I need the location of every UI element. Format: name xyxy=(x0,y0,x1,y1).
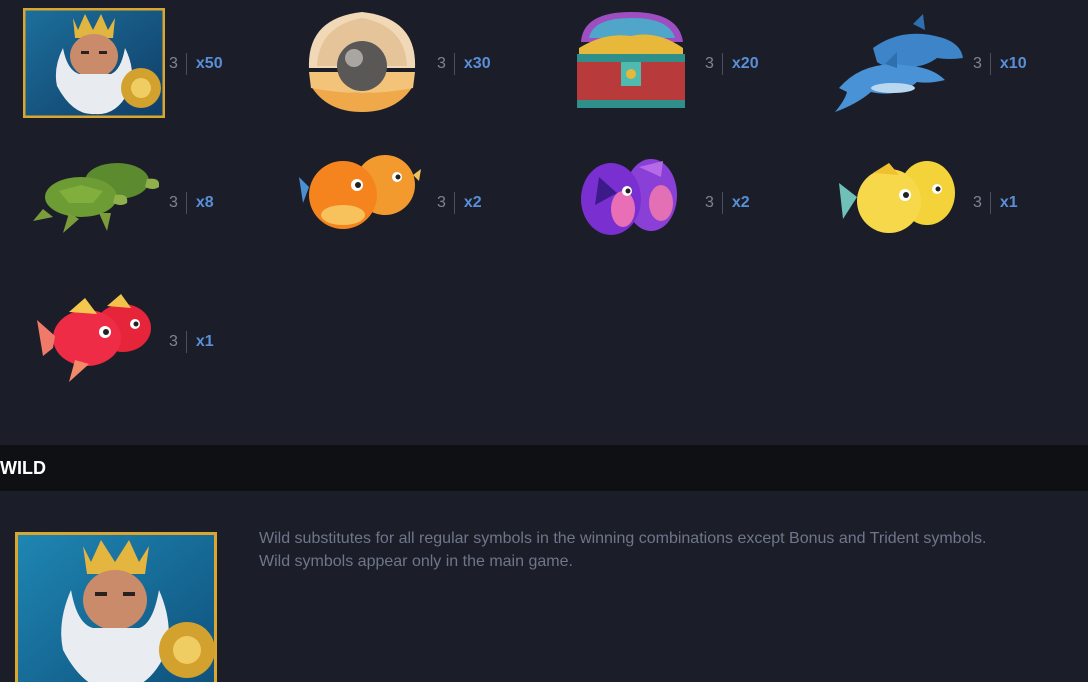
symbol-count: 3 xyxy=(169,333,178,351)
pufferfish-icon xyxy=(297,147,427,257)
symbol-count: 3 xyxy=(973,55,982,73)
divider xyxy=(186,53,187,75)
paytable-entry: 3 x2 xyxy=(565,147,795,267)
wild-description: Wild substitutes for all regular symbols… xyxy=(259,527,1019,573)
treasure-chest-icon xyxy=(565,8,695,118)
red-fish-icon xyxy=(29,286,159,396)
pearl-shell-icon xyxy=(297,8,427,118)
symbol-count: 3 xyxy=(437,55,446,73)
purple-fish-icon xyxy=(565,147,695,257)
divider xyxy=(722,53,723,75)
poseidon-icon xyxy=(23,8,165,118)
symbol-count: 3 xyxy=(169,194,178,212)
payout-multiplier: x8 xyxy=(196,194,214,212)
divider xyxy=(454,53,455,75)
paytable-entry: 3 x1 xyxy=(29,286,259,406)
paytable-entry: 3 x2 xyxy=(297,147,527,267)
wild-symbol-icon xyxy=(15,532,217,682)
divider xyxy=(454,192,455,214)
paytable-entry: 3 x8 xyxy=(29,147,259,267)
divider xyxy=(186,331,187,353)
symbol-count: 3 xyxy=(705,194,714,212)
turtles-icon xyxy=(29,147,159,257)
wild-description-line: Wild substitutes for all regular symbols… xyxy=(259,527,1019,550)
payout-multiplier: x30 xyxy=(464,55,491,73)
dolphins-icon xyxy=(833,8,963,118)
paytable-entry: 3 x10 xyxy=(833,8,1063,128)
symbol-count: 3 xyxy=(705,55,714,73)
payout-multiplier: x2 xyxy=(464,194,482,212)
wild-description-line: Wild symbols appear only in the main gam… xyxy=(259,550,1019,573)
paytable-entry: 3 x1 xyxy=(833,147,1063,267)
payout-multiplier: x2 xyxy=(732,194,750,212)
divider xyxy=(990,192,991,214)
symbol-count: 3 xyxy=(169,55,178,73)
wild-section-header: WILD xyxy=(0,445,1088,491)
divider xyxy=(186,192,187,214)
paytable-entry: 3 x50 xyxy=(23,8,253,128)
symbol-count: 3 xyxy=(973,194,982,212)
payout-multiplier: x10 xyxy=(1000,55,1027,73)
payout-multiplier: x1 xyxy=(1000,194,1018,212)
symbol-count: 3 xyxy=(437,194,446,212)
paytable-entry: 3 x20 xyxy=(565,8,795,128)
section-title: WILD xyxy=(0,445,46,491)
payout-multiplier: x20 xyxy=(732,55,759,73)
payout-multiplier: x1 xyxy=(196,333,214,351)
divider xyxy=(990,53,991,75)
divider xyxy=(722,192,723,214)
yellow-fish-icon xyxy=(833,147,963,257)
payout-multiplier: x50 xyxy=(196,55,223,73)
paytable-grid: 3 x50 3 x30 xyxy=(0,0,1088,445)
paytable-entry: 3 x30 xyxy=(297,8,527,128)
